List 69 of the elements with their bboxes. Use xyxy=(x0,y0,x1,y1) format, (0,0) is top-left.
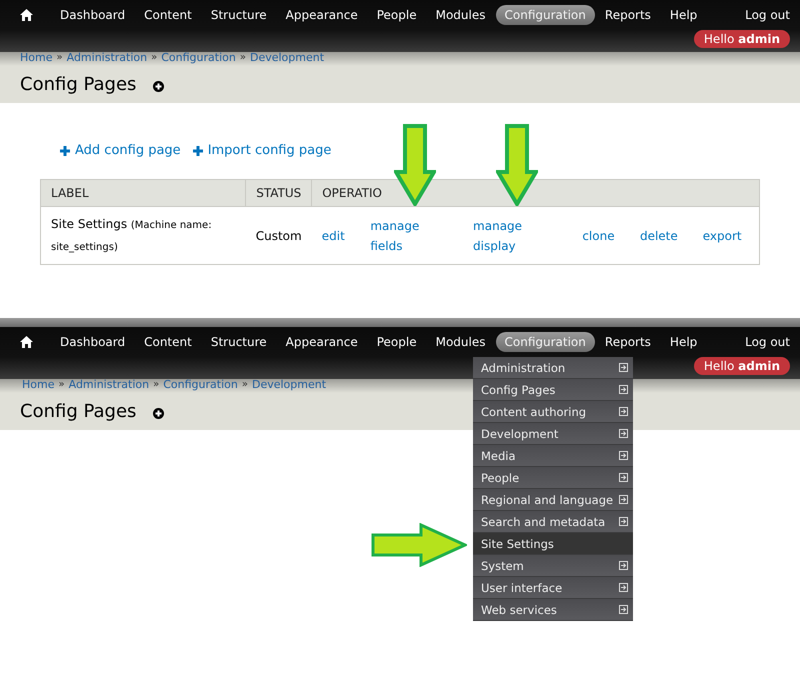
menu-item[interactable]: Config Pages xyxy=(473,379,633,401)
operation-link[interactable]: manage display xyxy=(473,216,524,256)
status-cell: Custom xyxy=(256,228,302,242)
plus-icon xyxy=(192,146,203,156)
menu-item[interactable]: Regional and language xyxy=(473,489,633,511)
breadcrumb-link[interactable]: Home xyxy=(22,378,54,390)
menu-item[interactable]: People xyxy=(473,467,633,489)
nav-link[interactable]: Help xyxy=(660,332,706,352)
breadcrumb-separator: » xyxy=(151,52,158,62)
menu-item[interactable]: User interface xyxy=(473,577,633,599)
nav-link[interactable]: Modules xyxy=(426,332,494,352)
user-greeting[interactable]: Hello admin xyxy=(694,357,790,375)
label-cell: Site Settings (Machine name: site_settings) xyxy=(51,216,212,252)
operation-link[interactable]: delete xyxy=(640,226,678,246)
operation-link[interactable]: clone xyxy=(582,226,615,246)
column-header: STATUS xyxy=(246,180,312,206)
logout-link[interactable]: Log out xyxy=(745,335,790,349)
breadcrumb-link[interactable]: Development xyxy=(252,378,326,390)
nav-link[interactable]: Help xyxy=(660,5,706,25)
menu-item[interactable]: System xyxy=(473,555,633,577)
nav-link[interactable]: Reports xyxy=(596,5,660,25)
operation-link[interactable]: manage fields xyxy=(370,216,420,256)
page-title: Config Pages xyxy=(20,74,136,95)
breadcrumb-link[interactable]: Administration xyxy=(66,50,148,64)
nav-link[interactable]: Configuration xyxy=(496,332,595,352)
breadcrumb-separator: » xyxy=(58,378,65,390)
nav-link[interactable]: Content xyxy=(135,332,201,352)
add-shortcut-icon[interactable] xyxy=(153,81,164,92)
home-icon[interactable] xyxy=(20,9,33,21)
column-header: LABEL xyxy=(40,180,246,206)
menu-item[interactable]: Content authoring xyxy=(473,401,633,423)
menu-item[interactable]: Administration xyxy=(473,357,633,379)
action-link[interactable]: Add config page xyxy=(60,143,181,158)
breadcrumb-link[interactable]: Home xyxy=(20,50,52,64)
breadcrumb-link[interactable]: Administration xyxy=(68,378,150,390)
nav-link[interactable]: People xyxy=(368,5,426,25)
logout-link[interactable]: Log out xyxy=(745,8,790,22)
breadcrumb-separator: » xyxy=(56,52,63,62)
operation-link[interactable]: export xyxy=(702,226,742,246)
menu-item[interactable]: Site Settings xyxy=(473,533,633,555)
menu-item[interactable]: Development xyxy=(473,423,633,445)
menu-item[interactable]: Web services xyxy=(473,599,633,621)
breadcrumb-separator: » xyxy=(153,378,160,390)
menu-item[interactable]: Search and metadata xyxy=(473,511,633,533)
column-header: OPERATIO xyxy=(312,180,760,206)
nav-link[interactable]: Content xyxy=(135,5,201,25)
operation-link[interactable]: edit xyxy=(322,226,345,246)
breadcrumb-separator: » xyxy=(242,378,248,390)
nav-link[interactable]: Modules xyxy=(426,5,494,25)
nav-link[interactable]: Structure xyxy=(202,332,276,352)
add-shortcut-icon[interactable] xyxy=(153,408,164,419)
nav-link[interactable]: Reports xyxy=(596,332,660,352)
action-link[interactable]: Import config page xyxy=(192,143,332,158)
nav-link[interactable]: Dashboard xyxy=(51,5,134,25)
breadcrumb-link[interactable]: Configuration xyxy=(163,378,238,390)
nav-link[interactable]: Structure xyxy=(202,5,276,25)
breadcrumb-link[interactable]: Configuration xyxy=(161,50,236,64)
nav-link[interactable]: Dashboard xyxy=(51,332,134,352)
nav-link[interactable]: Configuration xyxy=(496,5,595,25)
breadcrumb-separator: » xyxy=(240,52,246,62)
page-title: Config Pages xyxy=(20,401,136,422)
home-icon[interactable] xyxy=(20,336,33,348)
nav-link[interactable]: Appearance xyxy=(276,5,367,25)
menu-item[interactable]: Media xyxy=(473,445,633,467)
user-greeting[interactable]: Hello admin xyxy=(694,30,790,48)
plus-icon xyxy=(60,146,70,156)
nav-link[interactable]: People xyxy=(368,332,426,352)
breadcrumb-link[interactable]: Development xyxy=(250,50,324,64)
nav-link[interactable]: Appearance xyxy=(276,332,367,352)
